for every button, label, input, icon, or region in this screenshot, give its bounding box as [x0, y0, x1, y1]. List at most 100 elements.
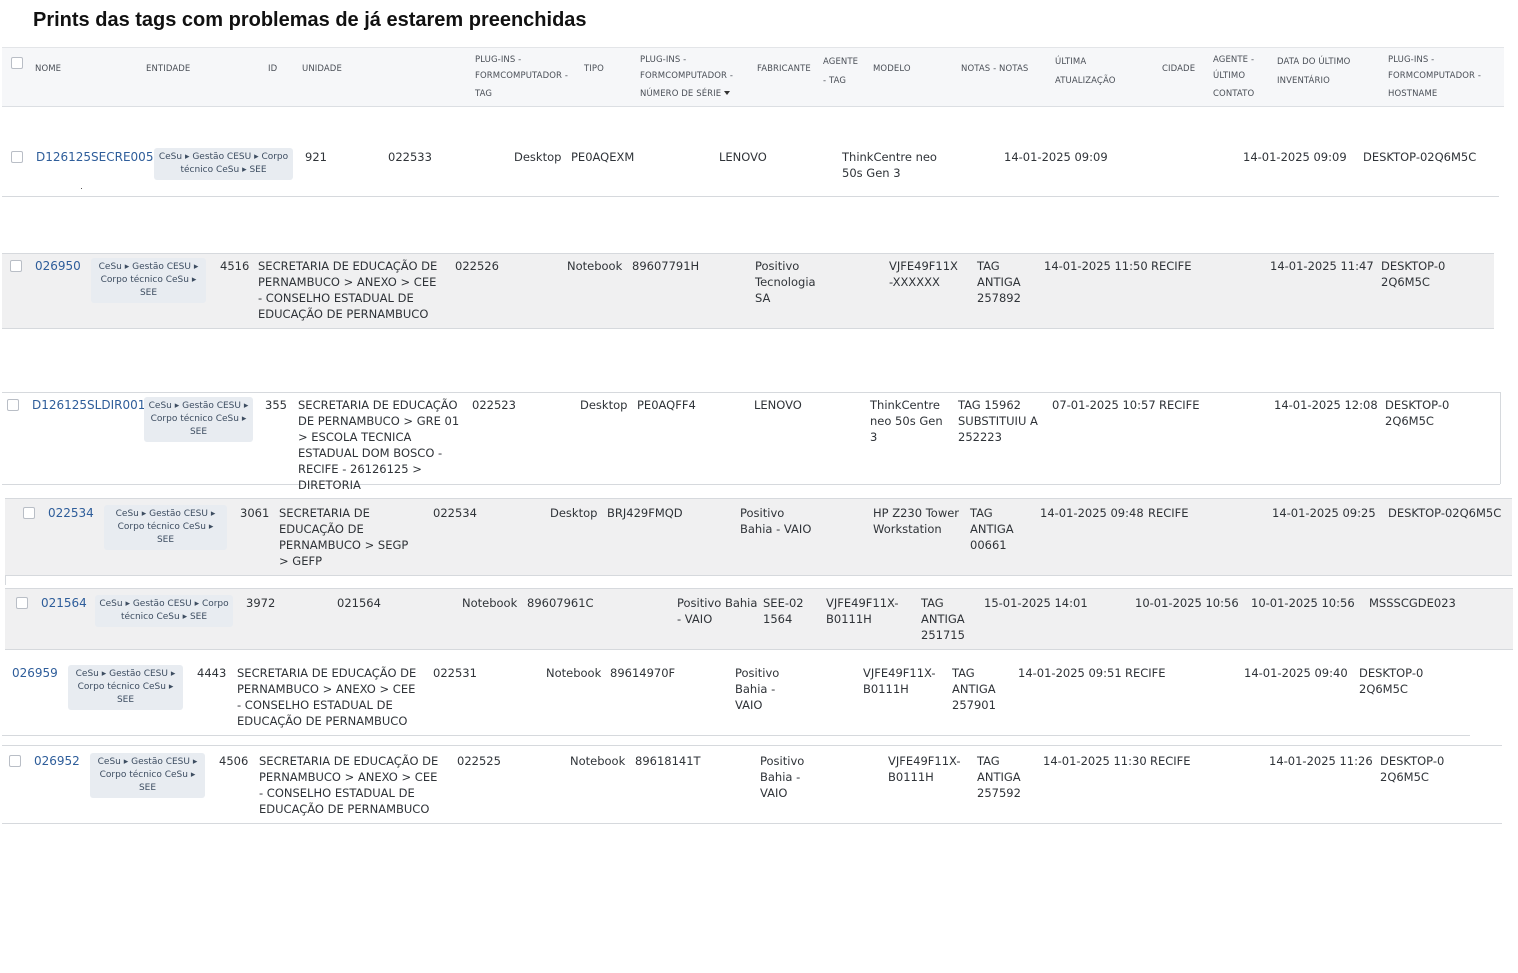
col-header-tag-line1: PLUG-INS - — [475, 55, 522, 65]
row-ultima: 14-01-2025 09:51 — [1018, 666, 1122, 680]
col-header-agente-tag-line2: - TAG — [823, 76, 847, 86]
row-ultima: 14-01-2025 09:48 — [1040, 506, 1144, 520]
col-header-hostname[interactable]: PLUG-INS - FORMCOMPUTADOR - HOSTNAME — [1388, 52, 1481, 102]
row-inventario: 14-01-2025 09:40 — [1244, 666, 1348, 680]
row-ultima: 14-01-2025 11:30 — [1043, 754, 1147, 768]
row-fabricante: LENOVO — [719, 150, 767, 164]
row-hostname: MSSSCGDE023 — [1369, 596, 1456, 610]
row-name-link[interactable]: 021564 — [41, 595, 87, 611]
row-hostname: DESKTOP-02Q6M5C — [1359, 666, 1424, 696]
row-checkbox[interactable] — [16, 597, 28, 609]
row-tag: 022526 — [455, 259, 499, 273]
row-name-link[interactable]: 026950 — [35, 258, 81, 274]
row-inventario: 14-01-2025 09:25 — [1272, 506, 1376, 520]
row-tag: 022531 — [433, 666, 477, 680]
select-all-checkbox[interactable] — [11, 57, 23, 69]
row-id: 4516 — [220, 259, 250, 273]
row-name-link[interactable]: D126125SLDIR001 — [32, 397, 145, 413]
entity-chip[interactable]: CeSu ▸ Gestão CESU ▸ Corpo técnico CeSu … — [91, 258, 206, 303]
col-header-inventario[interactable]: DATA DO ÚLTIMO INVENTÁRIO — [1277, 54, 1350, 89]
entity-chip[interactable]: CeSu ▸ Gestão CESU ▸ Corpo técnico CeSu … — [144, 397, 253, 442]
col-header-agente-contato-line2: ÚLTIMO — [1213, 71, 1246, 81]
row-name-link[interactable]: D126125SECRE005 — [36, 149, 153, 165]
row-modelo: ThinkCentre neo 50s Gen 3 — [842, 150, 937, 180]
row-cidade: RECIFE — [1148, 506, 1189, 520]
row-inventario: 10-01-2025 10:56 — [1251, 596, 1355, 610]
row-divider — [2, 196, 1499, 197]
row-modelo: VJFE49F11X-B0111H — [826, 596, 899, 626]
row-id: 355 — [265, 398, 287, 412]
entity-chip[interactable]: CeSu ▸ Gestão CESU ▸ Corpo técnico CeSu … — [154, 148, 293, 180]
row-serie: 89618141T — [635, 754, 701, 768]
row-border — [5, 575, 6, 585]
row-serie: PE0AQFF4 — [637, 398, 696, 412]
col-header-tag-line2: FORMCOMPUTADOR - — [475, 71, 568, 81]
col-header-fabricante[interactable]: FABRICANTE — [757, 61, 811, 77]
col-header-serie[interactable]: PLUG-INS - FORMCOMPUTADOR - NÚMERO DE SÉ… — [640, 52, 733, 102]
sort-desc-icon[interactable] — [724, 91, 731, 95]
stray-dot — [81, 188, 82, 189]
col-header-inventario-line1: DATA DO ÚLTIMO — [1277, 57, 1351, 67]
col-header-tag-line3: TAG — [475, 89, 493, 99]
entity-chip[interactable]: CeSu ▸ Gestão CESU ▸ Corpo técnico CeSu … — [68, 665, 183, 710]
row-serie: PE0AQEXM — [571, 150, 635, 164]
row-checkbox[interactable] — [23, 507, 35, 519]
row-notas: TAG ANTIGA 257592 — [977, 754, 1021, 800]
row-cidade: RECIFE — [1159, 398, 1200, 412]
col-header-cidade[interactable]: CIDADE — [1162, 61, 1195, 77]
col-header-tag[interactable]: PLUG-INS - FORMCOMPUTADOR - TAG — [475, 52, 568, 102]
row-name-link[interactable]: 026952 — [34, 753, 80, 769]
entity-chip[interactable]: CeSu ▸ Gestão CESU ▸ Corpo técnico CeSu … — [104, 505, 227, 550]
table-header: NOME ENTIDADE ID UNIDADE PLUG-INS - FORM… — [2, 47, 1504, 107]
row-tipo: Notebook — [546, 666, 602, 680]
row-divider — [2, 484, 1500, 485]
row-serie: 89614970F — [610, 666, 676, 680]
row-agente-tag: SEE-021564 — [763, 596, 804, 626]
row-checkbox[interactable] — [7, 399, 19, 411]
page-title: Prints das tags com problemas de já esta… — [33, 9, 587, 31]
row-tag: 022533 — [388, 150, 432, 164]
col-header-nome[interactable]: NOME — [35, 61, 61, 77]
entity-chip[interactable]: CeSu ▸ Gestão CESU ▸ Corpo técnico CeSu … — [90, 753, 205, 798]
col-header-agente-contato[interactable]: AGENTE - ÚLTIMO CONTATO — [1213, 52, 1254, 102]
row-hostname: DESKTOP-02Q6M5C — [1385, 398, 1450, 428]
row-fabricante: Positivo Tecnologia SA — [755, 259, 816, 305]
row-id: 4506 — [219, 754, 249, 768]
row-id: 921 — [305, 150, 327, 164]
row-unidade: SECRETARIA DE EDUCAÇÃO DE PERNAMBUCO > S… — [279, 506, 409, 568]
row-checkbox[interactable] — [10, 260, 22, 272]
row-hostname: DESKTOP-02Q6M5C — [1380, 754, 1445, 784]
row-id: 4443 — [197, 666, 227, 680]
col-header-unidade[interactable]: UNIDADE — [302, 61, 342, 77]
row-name-link[interactable]: 026959 — [12, 665, 58, 681]
col-header-agente-tag[interactable]: AGENTE - TAG — [823, 54, 858, 89]
row-unidade: SECRETARIA DE EDUCAÇÃO DE PERNAMBUCO > A… — [237, 666, 417, 728]
row-serie: BRJ429FMQD — [607, 506, 683, 520]
col-header-ultima[interactable]: ÚLTIMA ATUALIZAÇÃO — [1055, 54, 1116, 89]
row-fabricante: Positivo Bahia - VAIO — [740, 506, 812, 536]
row-border — [1500, 392, 1501, 484]
row-notas: TAG 15962 SUBSTITUIU A 252223 — [958, 398, 1038, 444]
col-header-agente-contato-line1: AGENTE - — [1213, 55, 1255, 65]
col-header-serie-line2: FORMCOMPUTADOR - — [640, 71, 733, 81]
row-name-link[interactable]: 022534 — [48, 505, 94, 521]
entity-chip[interactable]: CeSu ▸ Gestão CESU ▸ Corpo técnico CeSu … — [95, 595, 233, 627]
col-header-serie-line1: PLUG-INS - — [640, 55, 687, 65]
row-fabricante: Positivo Bahia - VAIO — [760, 754, 805, 800]
row-id: 3972 — [246, 596, 276, 610]
row-checkbox[interactable] — [11, 151, 23, 163]
col-header-tipo[interactable]: TIPO — [584, 61, 604, 77]
row-hostname: DESKTOP-02Q6M5C — [1381, 259, 1446, 289]
col-header-serie-line3: NÚMERO DE SÉRIE — [640, 89, 722, 99]
row-inventario: 14-01-2025 11:47 — [1270, 259, 1374, 273]
row-checkbox[interactable] — [9, 755, 21, 767]
col-header-entidade[interactable]: ENTIDADE — [146, 61, 190, 77]
row-cidade: RECIFE — [1150, 754, 1191, 768]
col-header-modelo[interactable]: MODELO — [873, 61, 911, 77]
col-header-notas[interactable]: NOTAS - NOTAS — [961, 61, 1028, 77]
col-header-id[interactable]: ID — [268, 61, 277, 77]
row-unidade: SECRETARIA DE EDUCAÇÃO DE PERNAMBUCO > A… — [259, 754, 439, 816]
row-fabricante: LENOVO — [754, 398, 802, 412]
row-unidade: SECRETARIA DE EDUCAÇÃO DE PERNAMBUCO > A… — [258, 259, 438, 321]
row-id: 3061 — [240, 506, 270, 520]
